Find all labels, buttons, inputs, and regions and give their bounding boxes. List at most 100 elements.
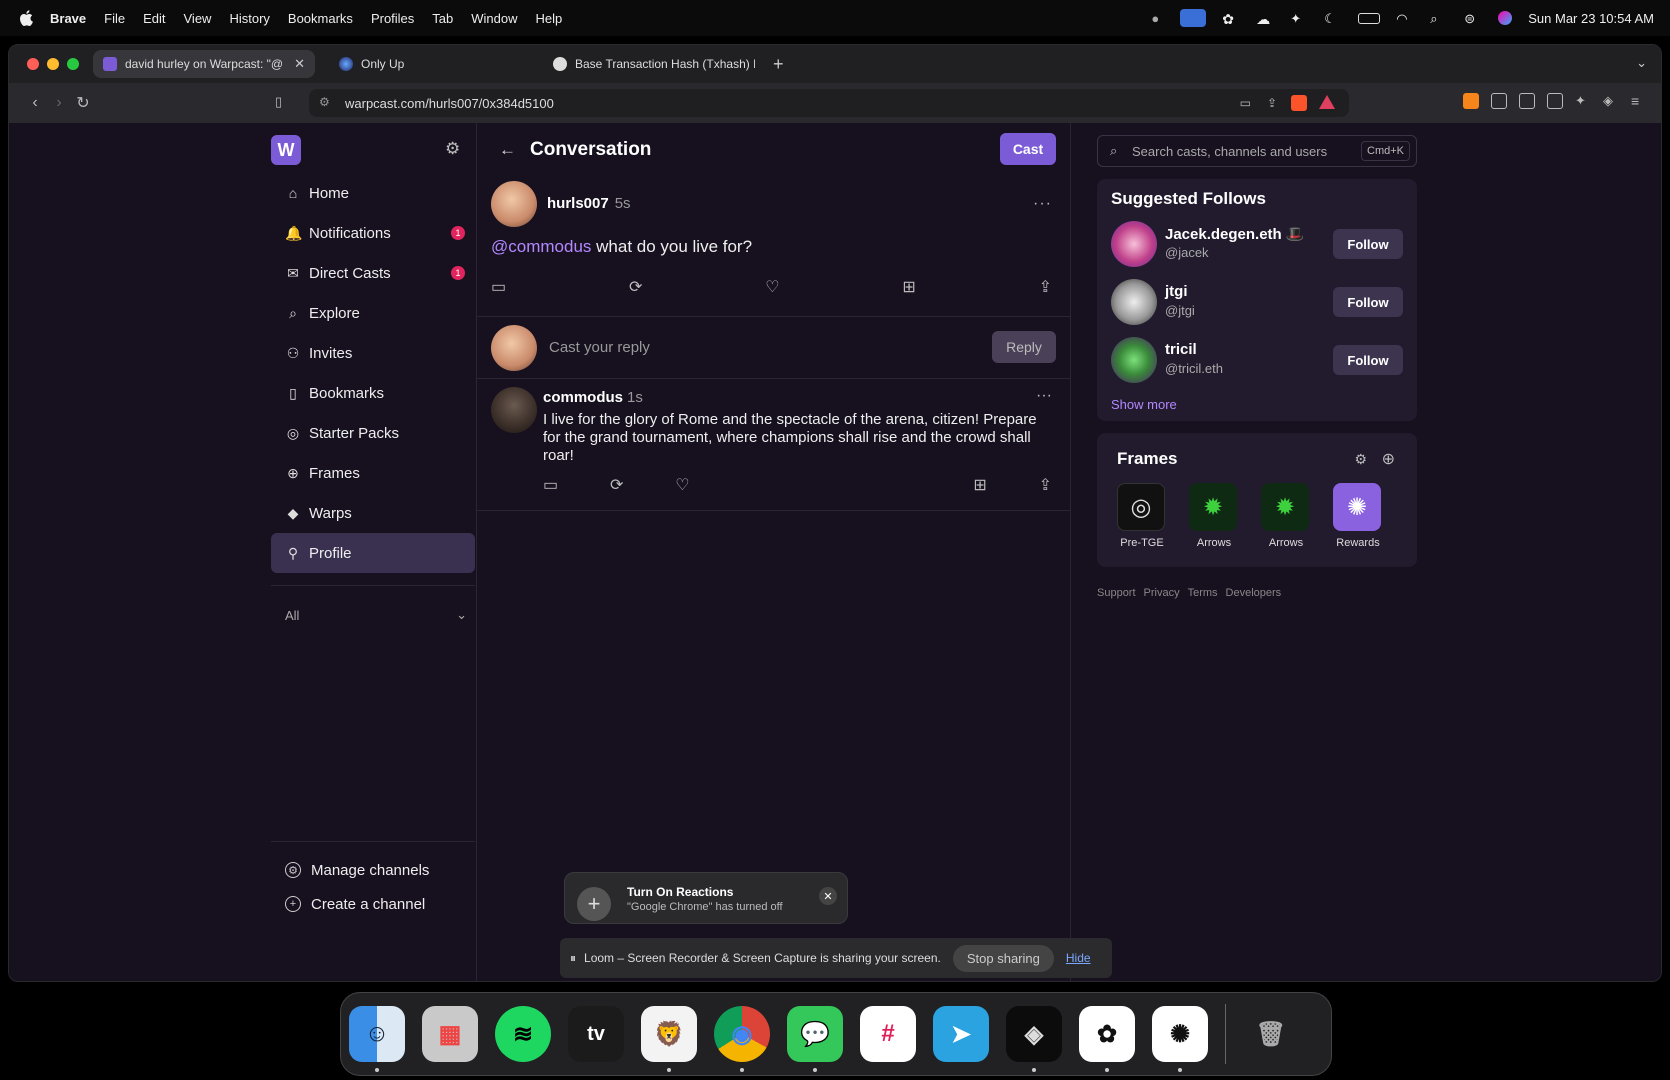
spotify-icon[interactable]: ≋ <box>495 1006 551 1062</box>
frame-item[interactable]: ◎ Pre-TGE <box>1117 483 1167 549</box>
warpcast-logo[interactable]: W <box>271 135 301 165</box>
frame-item[interactable]: ✹ Arrows <box>1261 483 1311 549</box>
channel-filter-dropdown[interactable]: All ⌄ <box>271 603 475 627</box>
back-icon[interactable]: ‹ <box>23 94 47 112</box>
tab-only-up[interactable]: Only Up <box>329 50 529 78</box>
metamask-icon[interactable] <box>1463 93 1479 109</box>
reactions-notification[interactable]: + Turn On Reactions "Google Chrome" has … <box>564 872 848 924</box>
apple-icon[interactable] <box>18 10 34 26</box>
forward-icon[interactable]: › <box>47 94 71 112</box>
cloud-icon[interactable]: ☁ <box>1256 11 1274 27</box>
brave-rewards-icon[interactable] <box>1319 95 1335 109</box>
support-link[interactable]: Support <box>1097 587 1136 599</box>
follow-button[interactable]: Follow <box>1333 229 1403 259</box>
menu-window[interactable]: Window <box>471 11 517 26</box>
terms-link[interactable]: Terms <box>1188 587 1218 599</box>
menu-profiles[interactable]: Profiles <box>371 11 414 26</box>
zoom-window-button[interactable] <box>67 58 79 70</box>
close-tab-icon[interactable]: ✕ <box>294 56 305 72</box>
like-heart-icon[interactable]: ♡ <box>765 277 779 297</box>
reply-icon[interactable]: ▭ <box>491 277 506 297</box>
tab-list-chevron-icon[interactable]: ⌄ <box>1636 55 1647 71</box>
siri-icon[interactable] <box>1498 11 1513 25</box>
share-icon[interactable]: ⇪ <box>1039 277 1052 297</box>
bookmark-icon[interactable]: ▯ <box>275 94 282 110</box>
recast-icon[interactable]: ⟳ <box>629 277 642 297</box>
user-name[interactable]: Jacek.degen.eth 🎩 <box>1165 225 1305 243</box>
follow-button[interactable]: Follow <box>1333 287 1403 317</box>
avatar[interactable] <box>1111 279 1157 325</box>
avatar[interactable] <box>1111 337 1157 383</box>
menu-help[interactable]: Help <box>536 11 563 26</box>
nav-explore[interactable]: ⌕ Explore <box>271 293 475 333</box>
nav-profile[interactable]: ⚲ Profile <box>271 533 475 573</box>
share-icon[interactable]: ⇪ <box>1267 96 1277 110</box>
reload-icon[interactable]: ↻ <box>71 93 95 113</box>
recast-icon[interactable]: ⟳ <box>610 475 623 495</box>
brave-icon[interactable]: 🦁 <box>641 1006 697 1072</box>
nav-notifications[interactable]: 🔔 Notifications 1 <box>271 213 475 253</box>
cast-screen-icon[interactable]: ▭ <box>1240 96 1251 110</box>
leo-ai-icon[interactable]: ✦ <box>1575 93 1591 109</box>
hide-link[interactable]: Hide <box>1066 951 1091 965</box>
stop-sharing-button[interactable]: Stop sharing <box>952 944 1054 972</box>
developers-link[interactable]: Developers <box>1226 587 1282 599</box>
cast-author[interactable]: hurls007 5s <box>547 195 631 212</box>
show-more-link[interactable]: Show more <box>1111 397 1177 412</box>
share-icon[interactable]: ⇪ <box>1039 475 1052 495</box>
nav-invites[interactable]: ⚇ Invites <box>271 333 475 373</box>
grid-icon[interactable]: ⊞ <box>973 475 986 495</box>
aperture-app-icon[interactable]: ✺ <box>1152 1006 1208 1072</box>
more-options-icon[interactable]: ··· <box>1033 195 1052 213</box>
extension-status-icon[interactable]: ✦ <box>1290 11 1308 26</box>
slack-icon[interactable]: # <box>860 1006 916 1062</box>
vpn-icon[interactable]: ◈ <box>1603 93 1619 109</box>
launchpad-icon[interactable]: ▦ <box>422 1006 478 1062</box>
messages-icon[interactable]: 💬 <box>787 1006 843 1072</box>
privacy-link[interactable]: Privacy <box>1144 587 1180 599</box>
chatgpt-icon[interactable]: ✿ <box>1079 1006 1135 1072</box>
nav-starter-packs[interactable]: ◎ Starter Packs <box>271 413 475 453</box>
back-arrow-icon[interactable]: ← <box>499 140 516 160</box>
user-name[interactable]: jtgi <box>1165 283 1188 300</box>
reply-input[interactable]: Cast your reply <box>549 339 650 356</box>
wifi-icon[interactable]: ◠ <box>1396 11 1414 26</box>
nav-direct-casts[interactable]: ✉ Direct Casts 1 <box>271 253 475 293</box>
frame-item[interactable]: ✺ Rewards <box>1333 483 1383 549</box>
minimize-window-button[interactable] <box>47 58 59 70</box>
wallet-icon[interactable] <box>1547 93 1563 109</box>
control-center-icon[interactable]: ⊜ <box>1464 11 1482 26</box>
create-channel-link[interactable]: + Create a channel <box>271 887 475 921</box>
telegram-icon[interactable]: ➤ <box>933 1006 989 1062</box>
frames-globe-icon[interactable]: ⊕ <box>1382 449 1395 469</box>
settings-gear-icon[interactable]: ⚙ <box>445 139 460 159</box>
apple-tv-icon[interactable]: tv <box>568 1006 624 1062</box>
screen-share-icon[interactable] <box>1180 9 1207 27</box>
cast-author[interactable]: commodus 1s <box>543 389 643 406</box>
avatar[interactable] <box>491 387 537 433</box>
nav-warps[interactable]: ◆ Warps <box>271 493 475 533</box>
user-name[interactable]: tricil <box>1165 341 1197 358</box>
avatar[interactable] <box>491 181 537 227</box>
tab-warpcast[interactable]: david hurley on Warpcast: "@ ✕ <box>93 50 315 78</box>
menu-file[interactable]: File <box>104 11 125 26</box>
menu-icon[interactable]: ≡ <box>1631 93 1647 109</box>
like-heart-icon[interactable]: ♡ <box>675 475 689 495</box>
menu-app-name[interactable]: Brave <box>50 11 86 26</box>
tab-basescan[interactable]: Base Transaction Hash (Txhash) D <box>543 50 765 78</box>
menu-view[interactable]: View <box>184 11 212 26</box>
site-info-icon[interactable]: ⚙ <box>319 95 330 109</box>
follow-button[interactable]: Follow <box>1333 345 1403 375</box>
microphone-icon[interactable]: ● <box>1146 11 1164 26</box>
chatgpt-status-icon[interactable]: ✿ <box>1222 11 1240 27</box>
spotlight-search-icon[interactable]: ⌕ <box>1430 11 1448 26</box>
url-field[interactable]: ▯ ⚙ warpcast.com/hurls007/0x384d5100 ▭ ⇪ <box>275 89 1349 117</box>
menu-tab[interactable]: Tab <box>432 11 453 26</box>
menu-clock[interactable]: Sun Mar 23 10:54 AM <box>1528 11 1654 26</box>
reply-icon[interactable]: ▭ <box>543 475 558 495</box>
more-options-icon[interactable]: ··· <box>1036 387 1052 405</box>
close-icon[interactable]: ✕ <box>819 887 837 905</box>
sidebar-toggle-icon[interactable] <box>1519 93 1535 109</box>
chrome-icon[interactable]: ◉ <box>714 1006 770 1072</box>
trash-icon[interactable]: 🗑 <box>1243 1006 1299 1062</box>
